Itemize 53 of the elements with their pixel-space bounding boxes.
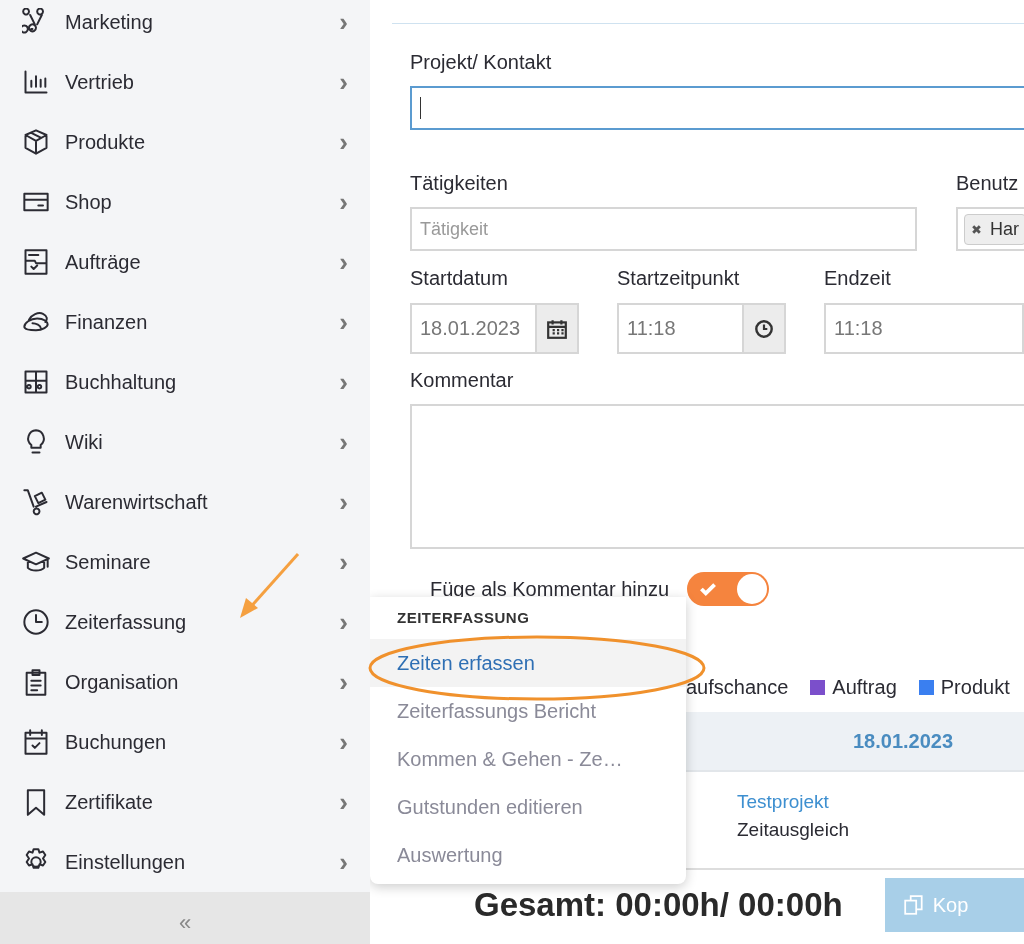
sidebar-item[interactable]: Produkte ›	[0, 112, 370, 172]
sidebar-item[interactable]: Aufträge ›	[0, 232, 370, 292]
copy-icon	[902, 894, 925, 916]
calendar-button[interactable]	[535, 303, 579, 354]
clock-icon	[22, 608, 50, 636]
sidebar-item[interactable]: Buchungen ›	[0, 712, 370, 772]
clock-button[interactable]	[742, 303, 786, 354]
sidebar-item[interactable]: Einstellungen ›	[0, 832, 370, 892]
field-label: Benutz	[956, 171, 1020, 195]
sidebar-item[interactable]: Buchhaltung ›	[0, 352, 370, 412]
time-field[interactable]: 11:18	[617, 303, 742, 354]
cabinet-icon	[22, 368, 50, 396]
user-field[interactable]: Har	[956, 207, 1024, 251]
sidebar-item[interactable]: Vertrieb ›	[0, 52, 370, 112]
annotation-arrow	[240, 553, 300, 618]
sidebar-item[interactable]: Zertifikate ›	[0, 772, 370, 832]
user-chip[interactable]: Har	[964, 213, 1024, 245]
submenu-item[interactable]: Zeiten erfassen	[370, 639, 686, 687]
total-time: Gesamt: 00:00h/ 00:00h	[474, 886, 843, 924]
field-label: Kommentar	[410, 368, 515, 392]
time-field[interactable]: 11:18	[824, 303, 1024, 354]
field-label: Startzeitpunkt	[617, 266, 741, 290]
sidebar-item[interactable]: Finanzen ›	[0, 292, 370, 352]
field-label: Projekt/ Kontakt	[410, 50, 553, 74]
day-date: 18.01.2023	[853, 729, 954, 753]
calendar-icon	[22, 728, 50, 756]
box-icon	[22, 128, 50, 156]
project-field[interactable]	[410, 86, 1024, 130]
date-field[interactable]: 18.01.2023	[410, 303, 535, 354]
comment-field[interactable]	[410, 404, 1024, 549]
activity-text: Zeitausgleich	[737, 819, 849, 841]
sidebar-item[interactable]: Organisation ›	[0, 652, 370, 712]
field-label: Tätigkeiten	[410, 171, 509, 195]
sidebar-item[interactable]: Zeiterfassung ›	[0, 592, 370, 652]
legend-label: Auftrag	[832, 675, 897, 699]
sidebar-item[interactable]: Seminare ›	[0, 532, 370, 592]
hand-truck-icon	[22, 488, 50, 516]
field-label: Startdatum	[410, 266, 509, 290]
bar-chart-icon	[22, 68, 50, 96]
clock-icon	[753, 317, 775, 340]
submenu-title: ZEITERFASSUNG	[396, 608, 531, 628]
sidebar-item[interactable]: Warenwirtschaft ›	[0, 472, 370, 532]
sidebar-item[interactable]: Wiki ›	[0, 412, 370, 472]
field-label: Endzeit	[824, 266, 892, 290]
sidebar-item[interactable]: Marketing ›	[0, 0, 370, 52]
legend-label: Produkt	[940, 675, 1010, 699]
calendar-icon	[546, 317, 568, 340]
sidebar-item[interactable]: Shop ›	[0, 172, 370, 232]
tray-icon	[22, 248, 50, 276]
legend-label: aufschance	[686, 675, 789, 699]
activity-field[interactable]: Tätigkeit	[410, 207, 917, 251]
toggle-switch[interactable]	[687, 572, 769, 606]
remove-icon[interactable]	[971, 223, 982, 235]
